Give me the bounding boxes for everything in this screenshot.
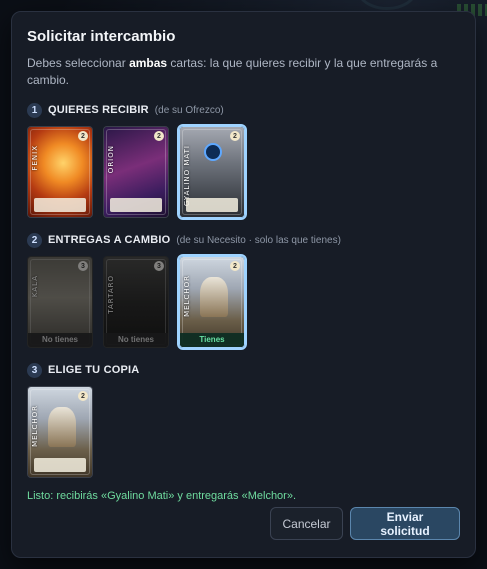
card-orion[interactable]: 2 ORION [103,126,169,218]
card-name: ORION [107,145,115,174]
card-cost: 2 [230,261,240,271]
card-melchor-copy[interactable]: 2 MELCHOR [27,386,93,478]
step-number: 2 [27,232,42,248]
dialog-title: Solicitar intercambio [27,28,176,45]
card-name: FENIX [31,145,39,171]
card-kala[interactable]: 3 KALA No tienes [27,256,93,348]
give-card-list: 3 KALA No tienes 3 TARTARO No tienes 2 M… [27,254,460,350]
dialog-instructions: Debes seleccionar ambas cartas: la que q… [27,56,438,87]
ownership-badge: No tienes [104,333,168,347]
step-subtitle: (de su Necesito · solo las que tienes) [176,234,341,246]
card-name: KALA [31,275,39,298]
card-name: MELCHOR [31,405,39,447]
step-title: ENTREGAS A CAMBIO [48,234,171,246]
trade-request-dialog: Solicitar intercambio Debes seleccionar … [11,11,476,558]
selection-status: Listo: recibirás «Gyalino Mati» y entreg… [27,490,297,502]
step-title: QUIERES RECIBIR [48,104,149,116]
card-name: GYALINO MATI [183,145,191,207]
step-number: 3 [27,362,42,378]
card-cost: 2 [78,131,88,141]
card-cost: 2 [154,131,164,141]
card-fenix[interactable]: 2 FENIX [27,126,93,218]
card-name: MELCHOR [183,275,191,317]
step-number: 1 [27,102,42,118]
step-title: ELIGE TU COPIA [48,364,140,376]
background-decoration [357,0,417,10]
ownership-badge: No tienes [28,333,92,347]
cancel-button[interactable]: Cancelar [270,507,343,540]
card-textbox [186,198,238,212]
send-request-button[interactable]: Enviar solicitud [350,507,460,540]
step-give-header: 2 ENTREGAS A CAMBIO (de su Necesito · so… [27,232,460,248]
card-cost: 3 [154,261,164,271]
card-cost: 2 [230,131,240,141]
step-copy-header: 3 ELIGE TU COPIA [27,362,460,378]
card-textbox [34,458,86,472]
step-subtitle: (de su Ofrezco) [154,104,224,116]
card-cost: 2 [78,391,88,401]
dialog-footer: Cancelar Enviar solicitud [270,507,460,540]
receive-card-list: 2 FENIX 2 ORION 2 GYALINO MATI [27,124,460,220]
card-tartaro[interactable]: 3 TARTARO No tienes [103,256,169,348]
copy-card-list: 2 MELCHOR [27,386,460,478]
ownership-badge: Tienes [180,333,244,347]
card-textbox [34,198,86,212]
step-receive-header: 1 QUIERES RECIBIR (de su Ofrezco) [27,102,460,118]
card-gyalino-mati[interactable]: 2 GYALINO MATI [177,124,247,220]
card-melchor[interactable]: 2 MELCHOR Tienes [177,254,247,350]
card-name: TARTARO [107,275,115,314]
card-cost: 3 [78,261,88,271]
card-textbox [110,198,162,212]
